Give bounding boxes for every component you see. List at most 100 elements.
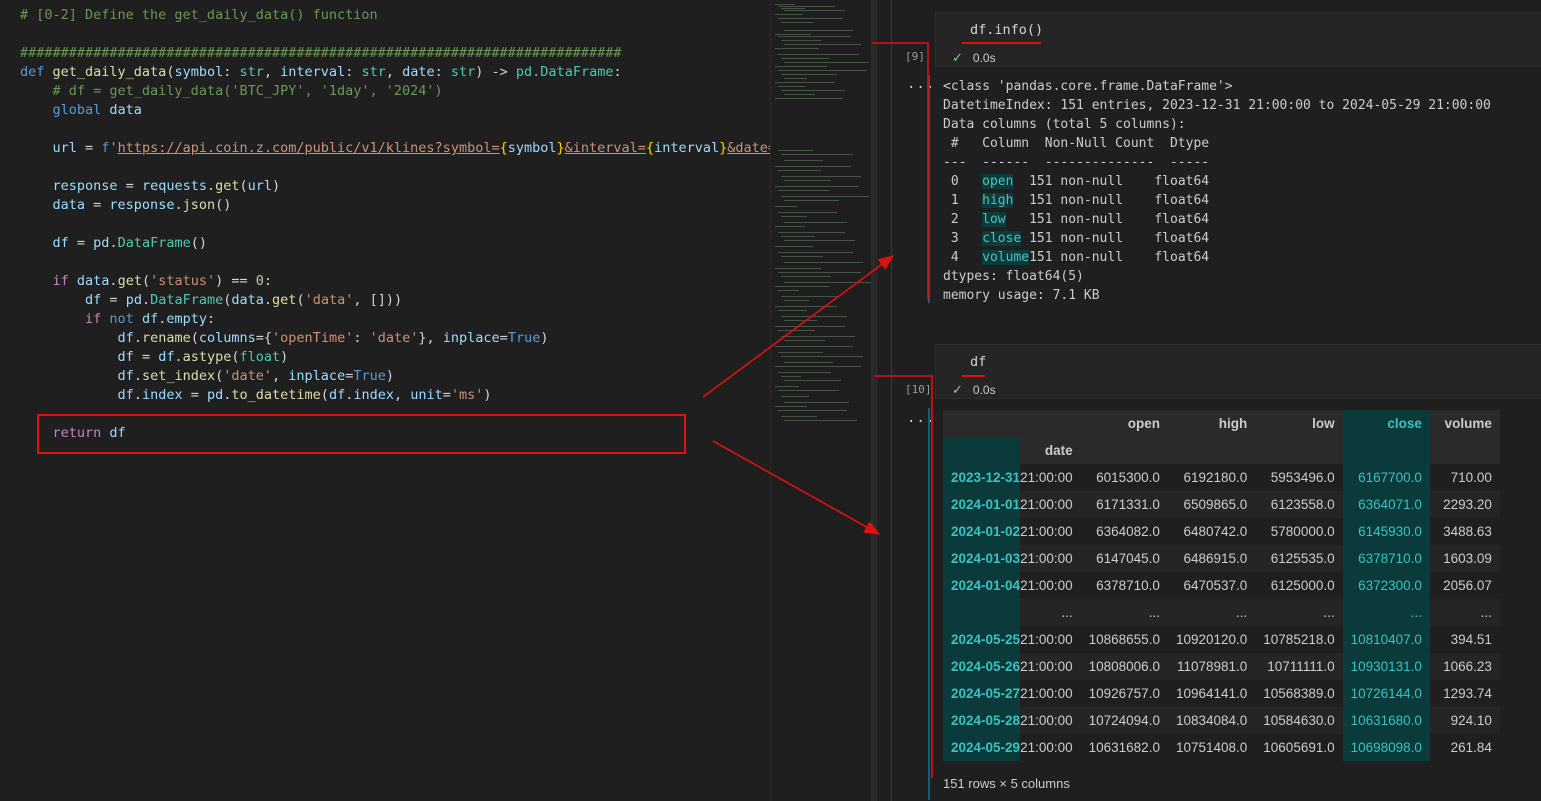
info-column-count: 151 non-null — [1029, 231, 1155, 246]
table-row[interactable]: 2024-05-28 21:00:00 10724094.0 10834084.0 10… — [943, 707, 1500, 734]
code-token: : — [434, 64, 451, 80]
code-token: str — [450, 64, 476, 80]
index-header-blank — [943, 437, 1021, 464]
column-header-high[interactable]: high — [1167, 410, 1256, 437]
column-header-open[interactable]: open — [1080, 410, 1168, 437]
row-index-date: 2023-12-31 — [943, 464, 1021, 491]
table-cell-volume: 2293.20 — [1429, 491, 1500, 518]
cell-df-code[interactable]: df — [970, 354, 986, 370]
cell-info-output: <class 'pandas.core.frame.DataFrame'> Dat… — [943, 77, 1491, 305]
minimap-scrollbar[interactable] — [871, 0, 875, 801]
code-line[interactable]: df.set_index('date', inplace=True) — [20, 367, 394, 386]
code-token: ) — [272, 178, 281, 194]
code-line[interactable]: url = f'https://api.coin.z.com/public/v1… — [20, 139, 770, 158]
table-cell-high: ... — [1167, 599, 1256, 626]
dataframe-table: open high low close volume date 2023-12-31 21:… — [943, 410, 1500, 761]
table-cell-high: 6486915.0 — [1167, 545, 1256, 572]
code-line[interactable]: df.rename(columns={'openTime': 'date'}, … — [20, 329, 549, 348]
table-row[interactable]: 2023-12-31 21:00:00 6015300.0 6192180.0 5953… — [943, 464, 1500, 491]
code-token: ( — [320, 387, 329, 403]
code-line[interactable]: if data.get('status') == 0: — [20, 272, 273, 291]
minimap-line — [784, 222, 847, 223]
code-token: not — [109, 311, 142, 327]
code-token: , — [263, 64, 281, 80]
code-line[interactable]: # df = get_daily_data('BTC_JPY', '1day',… — [20, 82, 443, 101]
minimap[interactable] — [770, 0, 876, 801]
cell-info-input[interactable]: df.info() ✓ 0.0s — [935, 12, 1541, 67]
code-token: = — [182, 387, 207, 403]
code-line[interactable]: df = pd.DataFrame() — [20, 234, 207, 253]
table-row[interactable]: 2024-05-26 21:00:00 10808006.0 11078981.0 10… — [943, 653, 1500, 680]
code-token: 'data' — [304, 292, 354, 308]
info-column-num: 0 — [943, 174, 983, 189]
minimap-line — [775, 66, 827, 67]
table-cell-close: 10698098.0 — [1342, 734, 1430, 761]
code-token: index — [353, 387, 394, 403]
code-token: ( — [231, 349, 240, 365]
column-header-volume[interactable]: volume — [1429, 410, 1500, 437]
table-cell-volume: 394.51 — [1429, 626, 1500, 653]
code-token: https://api.coin.z.com/public/v1/klines?… — [117, 140, 500, 156]
table-row[interactable]: 2024-01-04 21:00:00 6378710.0 6470537.0 6125… — [943, 572, 1500, 599]
table-cell-close: 10930131.0 — [1342, 653, 1430, 680]
minimap-line — [778, 70, 867, 71]
table-cell-open: 10868655.0 — [1080, 626, 1168, 653]
minimap-line — [778, 352, 823, 353]
code-line[interactable]: df.index = pd.to_datetime(df.index, unit… — [20, 386, 492, 405]
table-row[interactable]: 2024-05-25 21:00:00 10868655.0 10920120.0 10… — [943, 626, 1500, 653]
code-editor[interactable]: # [0-2] Define the get_daily_data() func… — [0, 0, 770, 801]
code-token: 0 — [255, 273, 264, 289]
table-row[interactable]: .................. — [943, 599, 1500, 626]
code-token: 'date' — [223, 368, 273, 384]
code-line[interactable]: global data — [20, 101, 142, 120]
code-token: . — [133, 368, 142, 384]
code-token: to_datetime — [231, 387, 321, 403]
code-line[interactable]: if not df.empty: — [20, 310, 215, 329]
code-token: : — [345, 64, 362, 80]
minimap-line — [775, 346, 853, 347]
code-token: get_daily_data — [52, 64, 167, 80]
cell-info-output-bar — [928, 75, 930, 303]
code-token: response — [109, 197, 175, 213]
code-token: () — [190, 235, 207, 251]
gutter-divider — [891, 0, 892, 801]
table-row[interactable]: 2024-01-01 21:00:00 6171331.0 6509865.0 6123… — [943, 491, 1500, 518]
more-icon[interactable]: ... — [907, 410, 935, 426]
table-row[interactable]: 2024-01-02 21:00:00 6364082.0 6480742.0 5780… — [943, 518, 1500, 545]
code-token: . — [263, 292, 273, 308]
code-line[interactable]: # [0-2] Define the get_daily_data() func… — [20, 6, 378, 25]
code-line[interactable]: df = pd.DataFrame(data.get('data', [])) — [20, 291, 402, 310]
code-token: interval — [654, 140, 720, 156]
more-icon[interactable]: ... — [907, 76, 935, 92]
code-token: ) -> — [475, 64, 516, 80]
cell-info-code[interactable]: df.info() — [970, 22, 1043, 38]
code-line[interactable]: response = requests.get(url) — [20, 177, 281, 196]
table-cell-open: ... — [1080, 599, 1168, 626]
code-token: url — [52, 140, 77, 156]
check-icon: ✓ — [952, 382, 963, 397]
table-cell-low: 6125535.0 — [1255, 545, 1343, 572]
cell-df-input[interactable]: df ✓ 0.0s — [935, 344, 1541, 399]
code-line[interactable]: df = df.astype(float) — [20, 348, 289, 367]
minimap-line — [778, 86, 805, 87]
minimap-line — [781, 396, 809, 397]
code-line[interactable]: data = response.json() — [20, 196, 232, 215]
minimap-line — [778, 36, 851, 37]
code-token: interval — [280, 64, 346, 80]
column-header-close[interactable]: close — [1342, 410, 1430, 437]
code-line[interactable]: def get_daily_data(symbol: str, interval… — [20, 63, 622, 82]
table-cell-volume: 3488.63 — [1429, 518, 1500, 545]
table-row[interactable]: 2024-01-03 21:00:00 6147045.0 6486915.0 6125… — [943, 545, 1500, 572]
table-row[interactable]: 2024-05-27 21:00:00 10926757.0 10964141.0 10… — [943, 680, 1500, 707]
column-header-low[interactable]: low — [1255, 410, 1343, 437]
info-column-num: 3 — [943, 231, 983, 246]
minimap-line — [775, 48, 819, 49]
code-token: DataFrame — [117, 235, 191, 251]
minimap-line — [781, 176, 861, 177]
row-index-time: 21:00:00 — [1020, 734, 1081, 761]
code-line[interactable]: ########################################… — [20, 44, 621, 63]
code-token: response — [52, 178, 118, 194]
minimap-line — [781, 58, 829, 59]
code-token: . — [206, 178, 216, 194]
table-row[interactable]: 2024-05-29 21:00:00 10631682.0 10751408.0 10… — [943, 734, 1500, 761]
